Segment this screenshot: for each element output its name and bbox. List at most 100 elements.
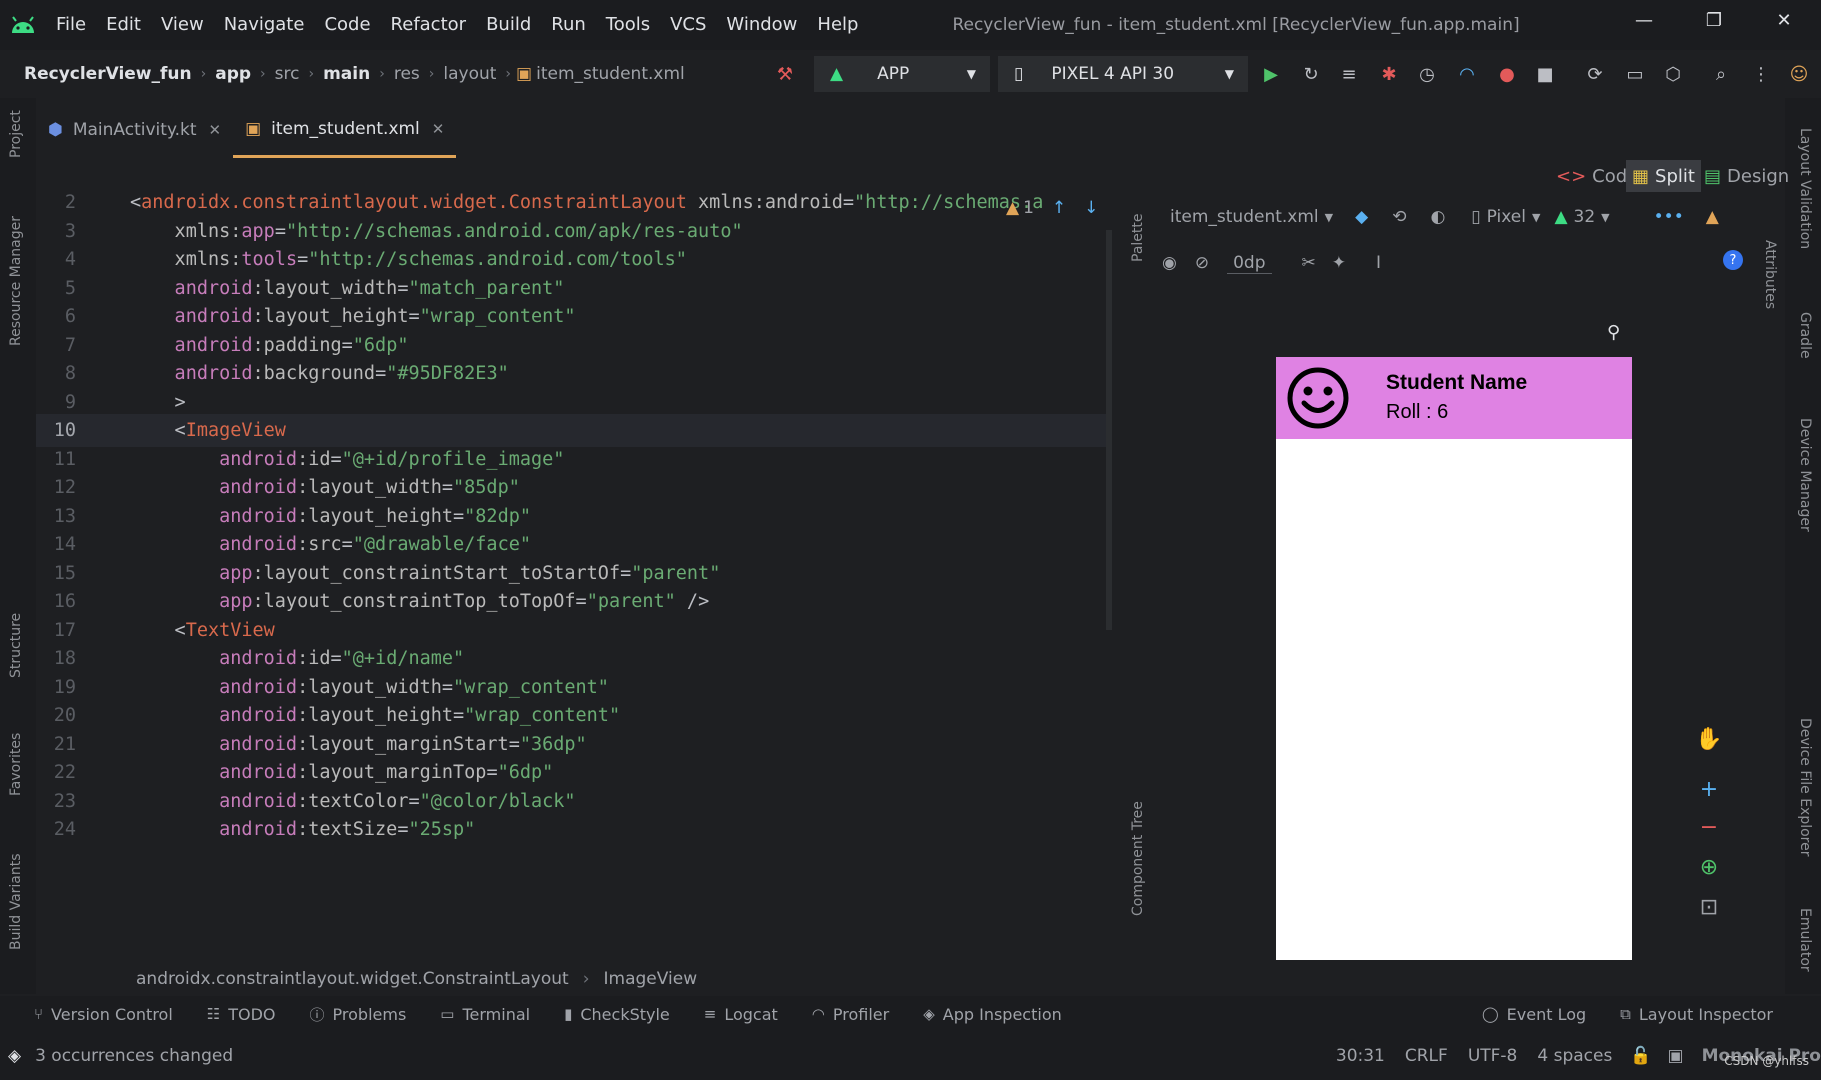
lock-icon[interactable]: 🔓 — [1630, 1046, 1651, 1066]
tool-version-control[interactable]: ⑂ Version Control — [34, 1004, 173, 1025]
zoom-out-icon[interactable]: − — [1694, 812, 1724, 842]
clear-constraints-icon[interactable]: ✂ — [1302, 253, 1316, 273]
tab-component-tree[interactable]: Component Tree — [1130, 801, 1146, 916]
breadcrumb-item[interactable]: src — [271, 64, 304, 84]
arrow-down-icon[interactable]: ↓ — [1084, 198, 1098, 218]
zoom-in-icon[interactable]: + — [1694, 774, 1724, 804]
close-tab-icon[interactable]: ✕ — [432, 120, 445, 138]
tab-resource-manager[interactable]: Resource Manager — [8, 216, 24, 346]
debug-icon[interactable]: ✱ — [1376, 61, 1402, 87]
minimize-icon[interactable]: — — [1614, 0, 1674, 40]
tab-device-file-explorer[interactable]: Device File Explorer — [1797, 718, 1813, 857]
night-mode-icon[interactable]: ◐ — [1430, 207, 1445, 227]
layers-icon[interactable]: ◆ — [1355, 207, 1368, 227]
menu-vcs[interactable]: VCS — [660, 0, 716, 50]
device-preview-select[interactable]: Pixel — [1487, 207, 1526, 227]
more-vertical-icon[interactable]: ⋮ — [1748, 61, 1774, 87]
guidelines-icon[interactable]: Ι — [1376, 253, 1381, 273]
menu-edit[interactable]: Edit — [96, 0, 151, 50]
menu-view[interactable]: View — [151, 0, 214, 50]
menu-navigate[interactable]: Navigate — [214, 0, 315, 50]
tab-item-student[interactable]: ▣ item_student.xml ✕ — [233, 102, 457, 158]
breadcrumb-item[interactable]: RecyclerView_fun — [20, 64, 196, 84]
default-margin-field[interactable]: 0dp — [1227, 253, 1272, 274]
code-editor[interactable]: 2 <androidx.constraintlayout.widget.Const… — [36, 186, 1106, 956]
line-separator[interactable]: CRLF — [1405, 1046, 1448, 1066]
tab-palette[interactable]: Palette — [1130, 214, 1146, 263]
run-icon[interactable]: ▶ — [1258, 61, 1284, 87]
restore-icon[interactable]: ❐ — [1684, 0, 1744, 40]
tool-todo[interactable]: ☷ TODO — [207, 1004, 276, 1025]
design-view-button[interactable]: ▤ Design — [1698, 160, 1795, 192]
warning-icon[interactable]: ▲ — [1706, 207, 1719, 227]
file-encoding[interactable]: UTF-8 — [1468, 1046, 1518, 1066]
infer-constraints-icon[interactable]: ✦ — [1332, 253, 1346, 273]
apply-code-changes-icon[interactable]: ≡ — [1336, 61, 1362, 87]
pan-icon[interactable]: ✋ — [1694, 724, 1724, 754]
tab-mainactivity[interactable]: ⬢ MainActivity.kt ✕ — [36, 102, 233, 158]
arrow-up-icon[interactable]: ↑ — [1052, 198, 1066, 218]
tool-logcat[interactable]: ≡ Logcat — [704, 1004, 778, 1025]
run-config-select[interactable]: ▲ APP ▼ — [814, 56, 990, 92]
magnet-icon[interactable]: ⊘ — [1195, 253, 1209, 273]
tab-build-variants[interactable]: Build Variants — [8, 853, 24, 950]
inspection-widget[interactable]: ▲ 1 ↑ ↓ — [1006, 198, 1098, 218]
orientation-icon[interactable]: ⟲ — [1392, 207, 1406, 227]
layout-preview[interactable]: Student Name Roll : 6 — [1276, 357, 1632, 960]
tool-profiler[interactable]: ◠ Profiler — [812, 1004, 889, 1025]
tab-device-manager[interactable]: Device Manager — [1797, 418, 1813, 532]
apply-changes-icon[interactable]: ↻ — [1298, 61, 1324, 87]
tool-terminal[interactable]: ▭ Terminal — [440, 1004, 530, 1025]
code-line[interactable]: 24 android:textSize="25sp" — [36, 813, 1106, 846]
stop-icon[interactable]: ■ — [1532, 61, 1558, 87]
breadcrumb-item[interactable]: layout — [439, 64, 500, 84]
cursor-position[interactable]: 30:31 — [1336, 1046, 1385, 1066]
api-level-select[interactable]: 32 — [1574, 207, 1596, 227]
event-log-button[interactable]: ◯ Event Log — [1482, 1005, 1586, 1024]
sync-gradle-icon[interactable]: ⟳ — [1582, 61, 1608, 87]
zoom-fit-icon[interactable]: ⊡ — [1694, 892, 1724, 922]
avd-manager-icon[interactable]: ▭ — [1622, 61, 1648, 87]
tab-emulator[interactable]: Emulator — [1797, 908, 1813, 972]
student-item-row[interactable]: Student Name Roll : 6 — [1276, 357, 1632, 439]
zoom-actual-icon[interactable]: ⊕ — [1694, 852, 1724, 882]
breadcrumb-root[interactable]: androidx.constraintlayout.widget.Constra… — [136, 969, 569, 989]
layout-file-select[interactable]: item_student.xml — [1170, 207, 1319, 227]
tool-checkstyle[interactable]: ▮ CheckStyle — [564, 1004, 670, 1025]
menu-help[interactable]: Help — [807, 0, 868, 50]
tab-layout-validation[interactable]: Layout Validation — [1797, 128, 1813, 249]
split-view-button[interactable]: ▦ Split — [1626, 160, 1701, 192]
tab-project[interactable]: Project — [8, 110, 24, 158]
tool-app-inspection[interactable]: ◈ App Inspection — [923, 1004, 1062, 1025]
menu-build[interactable]: Build — [476, 0, 541, 50]
breadcrumb-leaf[interactable]: ImageView — [604, 969, 698, 989]
menu-code[interactable]: Code — [314, 0, 380, 50]
menu-tools[interactable]: Tools — [596, 0, 660, 50]
profile-icon[interactable]: ◠ — [1454, 61, 1480, 87]
avatar[interactable]: ☺ — [1786, 61, 1812, 87]
tab-attributes[interactable]: Attributes — [1762, 240, 1778, 309]
more-horizontal-icon[interactable]: ••• — [1654, 207, 1684, 227]
close-tab-icon[interactable]: ✕ — [209, 121, 222, 139]
sdk-manager-icon[interactable]: ⬡ — [1660, 61, 1686, 87]
menu-run[interactable]: Run — [541, 0, 596, 50]
breadcrumb-item[interactable]: res — [390, 64, 424, 84]
attach-debugger-icon[interactable]: ◷ — [1414, 61, 1440, 87]
menu-refactor[interactable]: Refactor — [381, 0, 477, 50]
pin-icon[interactable]: ⚲ — [1607, 322, 1620, 343]
tab-favorites[interactable]: Favorites — [8, 733, 24, 796]
breadcrumb-item[interactable]: app — [211, 64, 255, 84]
menu-window[interactable]: Window — [716, 0, 807, 50]
indent-setting[interactable]: 4 spaces — [1537, 1046, 1612, 1066]
close-window-icon[interactable]: ✕ — [1754, 0, 1814, 40]
device-select[interactable]: ▯ PIXEL 4 API 30 ▼ — [998, 56, 1248, 92]
breadcrumb-item[interactable]: main — [319, 64, 374, 84]
tool-problems[interactable]: ⓘ Problems — [310, 1004, 407, 1025]
layout-inspector-button[interactable]: ⧉ Layout Inspector — [1620, 1005, 1773, 1024]
record-icon[interactable]: ● — [1494, 61, 1520, 87]
tab-gradle[interactable]: Gradle — [1797, 312, 1813, 359]
eye-icon[interactable]: ◉ — [1162, 253, 1177, 273]
search-icon[interactable]: ⌕ — [1708, 61, 1734, 87]
hammer-build-icon[interactable]: ⚒ — [772, 61, 798, 87]
help-icon[interactable]: ? — [1723, 250, 1743, 270]
